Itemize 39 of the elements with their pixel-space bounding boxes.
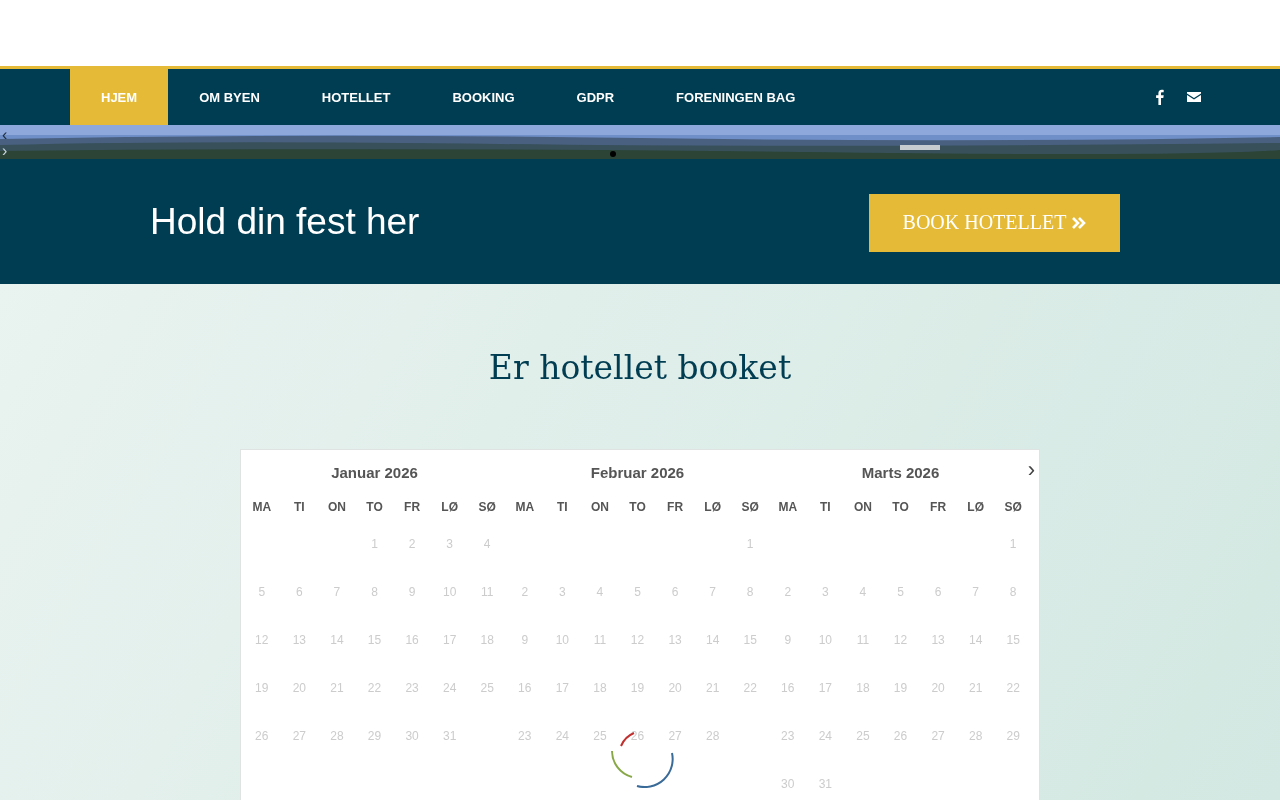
nav-link[interactable]: OM BYEN (168, 69, 291, 125)
weekday-label: TI (556, 499, 569, 516)
nav-link[interactable]: BOOKING (421, 69, 546, 125)
weekday-label: FR (666, 499, 685, 516)
weekday-label: TO (628, 499, 647, 516)
weekday-label: MA (777, 499, 799, 516)
month-title: Marts 2026 (861, 463, 940, 481)
weekday-label: LØ (966, 499, 985, 516)
envelope-icon[interactable] (1186, 89, 1202, 105)
book-hotel-button[interactable]: BOOK HOTELLET (869, 193, 1120, 252)
previous-slide-arrow[interactable]: ‹ (2, 127, 8, 143)
weekday-label: ON (326, 499, 347, 516)
weekday-label: TO (891, 499, 910, 516)
weekday-label: FR (403, 499, 422, 516)
weekday-label: LØ (440, 499, 459, 516)
weekday-label: SØ (477, 499, 497, 516)
nav-link[interactable]: GDPR (545, 69, 646, 125)
nav-link[interactable]: HOTELLET (290, 69, 422, 125)
weekday-label: TO (365, 499, 384, 516)
weekday-label: LØ (703, 499, 722, 516)
weekday-label: TI (293, 499, 306, 516)
weekday-label: MA (251, 499, 273, 516)
next-slide-arrow[interactable]: › (2, 143, 8, 159)
slide-dot[interactable] (610, 151, 616, 157)
nav-link[interactable]: HJEM (70, 69, 169, 125)
weekday-label: SØ (740, 499, 760, 516)
double-chevron-icon (1072, 216, 1087, 229)
month-title: Januar 2026 (331, 463, 418, 481)
weekday-label: FR (929, 499, 948, 516)
nav-link[interactable]: FORENINGEN BAG (645, 69, 827, 125)
month-title: Februar 2026 (590, 463, 685, 481)
weekday-label: TI (819, 499, 832, 516)
weekday-label: SØ (1003, 499, 1023, 516)
weekday-label: ON (852, 499, 873, 516)
next-month-button[interactable]: › (1025, 456, 1037, 484)
weekday-label: MA (514, 499, 536, 516)
weekday-label: ON (589, 499, 610, 516)
section-title: Er hotellet booket (488, 348, 792, 387)
hero-headline: Hold din fest her (150, 200, 420, 243)
